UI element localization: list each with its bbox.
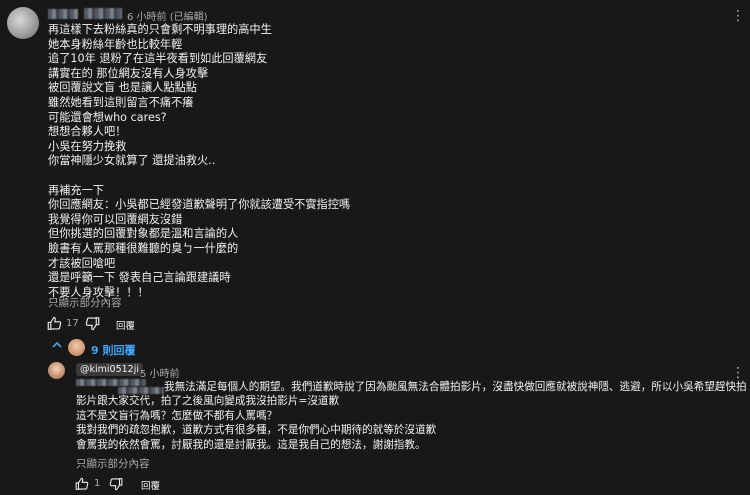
reply-line: 我對我們的疏忽抱歉，道歉方式有很多種，不是你們心中期待的就等於沒道歉 [76,424,437,437]
reply-like-button[interactable] [75,477,89,490]
comment-line: 小吳在努力挽救 [48,139,127,153]
reply-like-count: 1 [94,478,101,489]
reply-timestamp[interactable]: 5 小時前 [140,365,180,380]
reply-more-icon[interactable]: ⋮ [731,366,745,380]
comment-line: 你當神隱少女就算了 還提油救火.. [48,154,216,168]
comment-line: 她本身粉絲年齡也比較年輕 [48,37,183,51]
comment-line: 再補充一下 [48,183,104,197]
reply-button[interactable]: 回覆 [116,318,135,332]
reply-author-handle[interactable]: @kimi0512ji [76,363,143,376]
comment-line-gap [48,169,350,184]
commenter-avatar[interactable] [7,7,39,39]
reply-line: 影片跟大家交代，拍了之後風向變成我沒拍影片=沒道歉 [76,395,340,408]
reply-line: 我無法滿足每個人的期望。我們道歉時說了因為颱風無法合體拍影片，沒盡快做回應就被說… [164,381,747,393]
comment-line: 再這樣下去粉絲真的只會剩不明事理的高中生 [48,23,272,36]
reply-dislike-button[interactable] [109,478,123,491]
commenter-name-redacted-2[interactable] [84,8,122,19]
comment-line: 想想合夥人吧！ [48,125,127,139]
comment-line: 雖然她看到這則留言不痛不癢 [48,95,194,109]
comment-line: 才該被回嗆吧 [48,256,116,270]
comment-line: 可能還會想who cares? [48,110,167,124]
comment-line: 我覺得你可以回覆網友沒錯 [48,212,183,226]
thumbs-up-icon [47,316,62,330]
replies-toggle-label[interactable]: 9 則回覆 [91,342,135,358]
comment-line: 還是呼籲一下 發表自己言論跟建議時 [48,271,231,285]
comment-line: 臉書有人罵那種很難聽的臭ㄅ一什麼的 [48,241,239,255]
replies-toggle[interactable] [52,341,68,348]
like-button[interactable] [47,316,62,330]
comment-line: 追了10年 退粉了在這半夜看到如此回覆網友 [48,52,268,66]
comment-line: 你回應網友：小吳都已經發道歉聲明了你就該遭受不實指控嗎 [48,198,351,212]
reply-reply-button[interactable]: 回覆 [141,478,160,492]
commenter-name-redacted[interactable] [48,9,78,19]
dislike-button[interactable] [85,317,100,331]
comment-line: 講實在的 那位網友沒有人身攻擊 [48,66,209,80]
reply-body: 我無法滿足每個人的期望。我們道歉時說了因為颱風無法合體拍影片，沒盡快做回應就被說… [76,380,747,452]
chevron-up-icon [52,341,62,348]
reply-line: 會罵我的依然會罵，討厭我的還是討厭我。這是我自己的想法，謝謝指教。 [76,438,426,451]
thumbs-down-icon [85,317,100,331]
comment-line: 被回覆說文盲 也是讓人點點點 [48,81,197,95]
reply-line: 這不是文盲行為嗎？怎麼做不都有人罵嗎？ [76,409,278,422]
reply-author-avatar[interactable] [48,362,65,379]
reply-show-less-link[interactable]: 只顯示部分內容 [76,456,150,471]
thumbs-down-icon [109,478,123,491]
comment-body: 再這樣下去粉絲真的只會剩不明事理的高中生 她本身粉絲年齡也比較年輕 追了10年 … [48,23,350,300]
show-less-link[interactable]: 只顯示部分內容 [48,295,122,310]
like-count: 17 [66,318,79,329]
comment-line: 但你挑選的回覆對象都是溫和言論的人 [48,227,239,241]
thumbs-up-icon [75,477,89,490]
creator-heart-avatar [68,339,85,356]
comment-more-icon[interactable]: ⋮ [731,9,745,23]
comment-timestamp[interactable]: 6 小時前 (已編輯) [127,8,208,23]
